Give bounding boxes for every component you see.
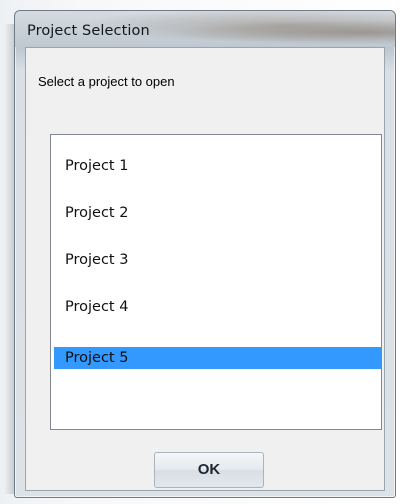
list-item-project-2[interactable]: Project 2 — [54, 202, 382, 224]
list-item-project-1[interactable]: Project 1 — [54, 155, 382, 177]
title-bar[interactable]: Project Selection — [15, 11, 395, 47]
project-listbox[interactable]: Project 1 Project 2 Project 3 Project 4 … — [50, 134, 382, 430]
desktop-background: Project Selection Select a project to op… — [0, 0, 409, 504]
window-shadow — [4, 24, 14, 494]
ok-button[interactable]: OK — [154, 452, 264, 488]
window-title: Project Selection — [27, 23, 150, 39]
list-item-project-4[interactable]: Project 4 — [54, 296, 382, 318]
dialog-content: Select a project to open Project 1 Proje… — [25, 47, 385, 491]
list-item-project-3[interactable]: Project 3 — [54, 249, 382, 271]
project-selection-dialog: Project Selection Select a project to op… — [14, 10, 396, 498]
prompt-label: Select a project to open — [38, 74, 175, 89]
list-item-project-5[interactable]: Project 5 — [54, 347, 382, 369]
